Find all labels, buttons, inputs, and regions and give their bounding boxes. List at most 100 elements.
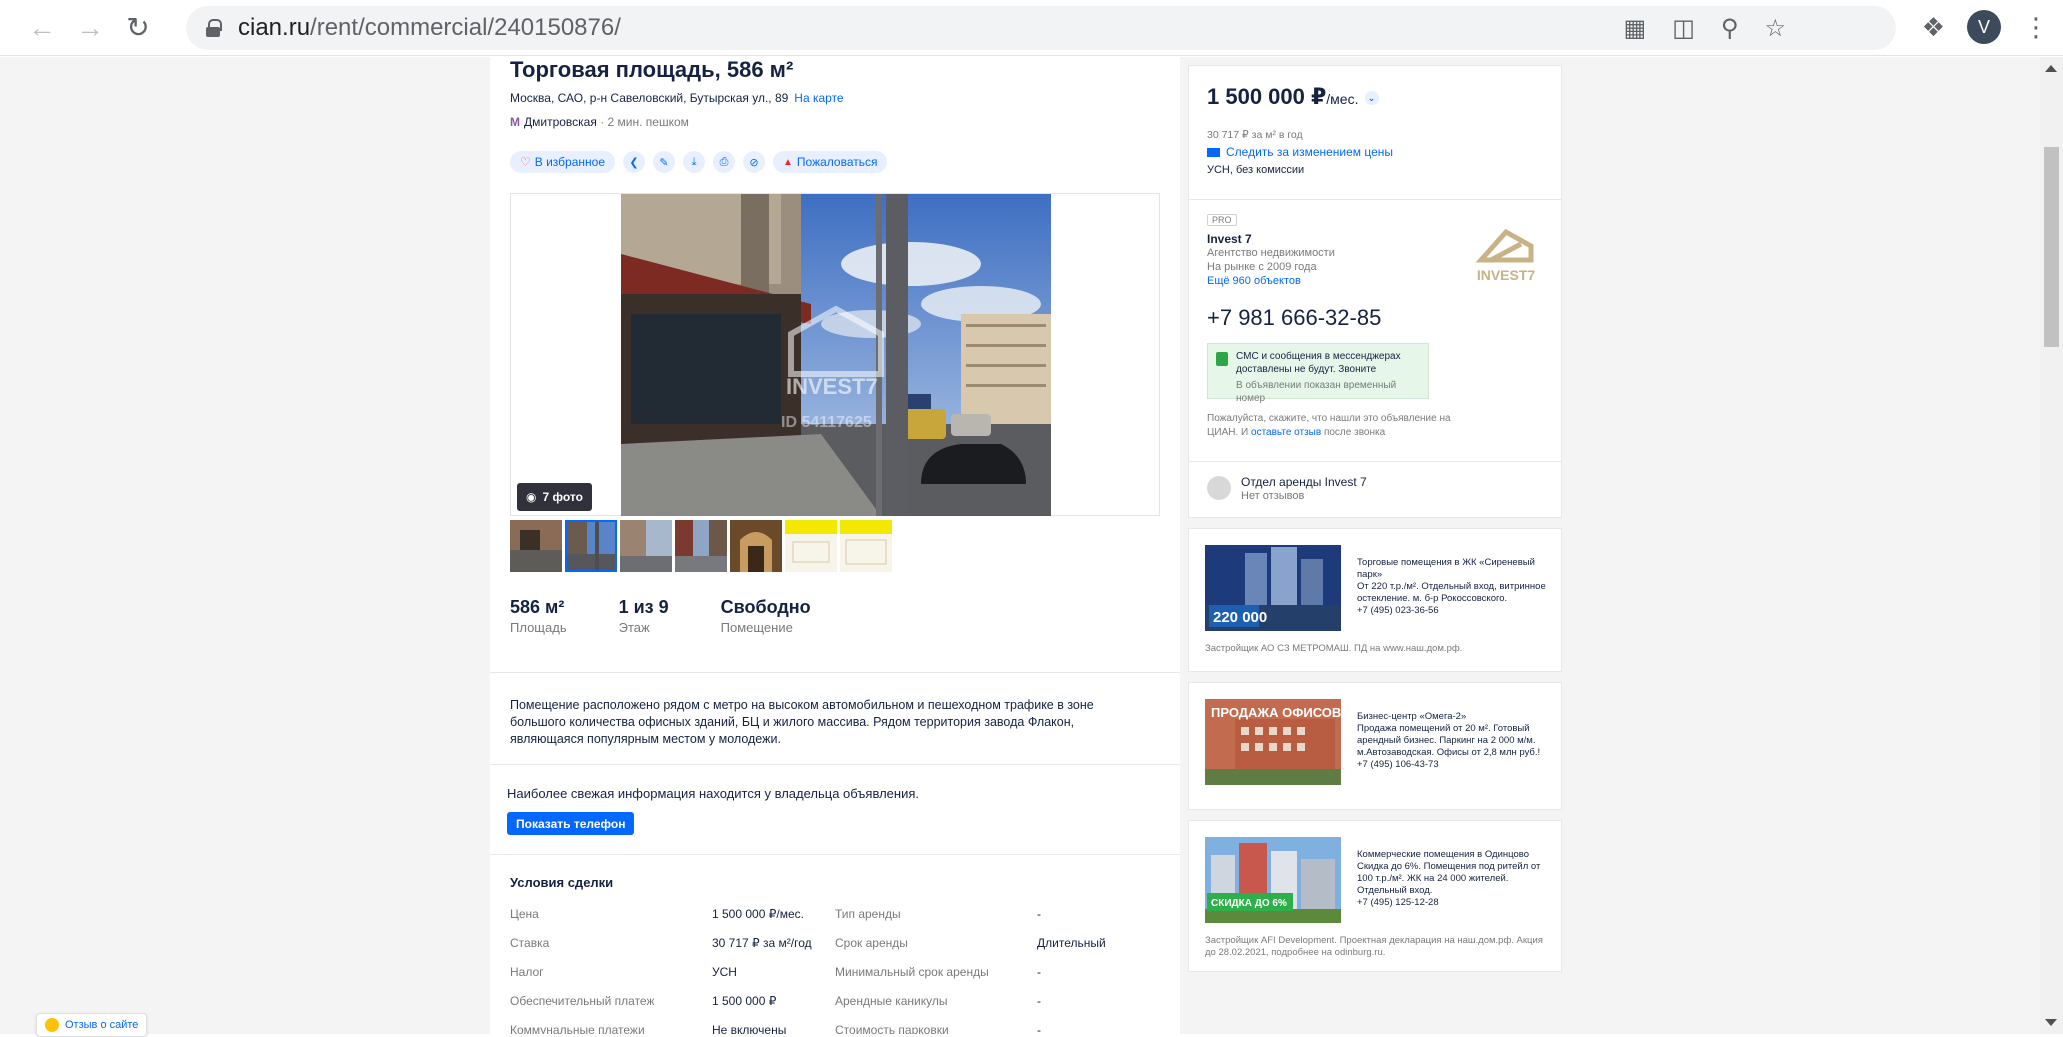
site-feedback-button[interactable]: Отзыв о сайте xyxy=(36,1013,148,1037)
watermark-brand: INVEST7 xyxy=(786,374,878,399)
thumbnail-selected[interactable] xyxy=(565,520,617,572)
fact-floor: 1 из 9 Этаж xyxy=(618,597,669,635)
envelope-icon xyxy=(1207,148,1220,158)
ad-card[interactable]: 220 000 Торговые помещения в ЖК «Сиренев… xyxy=(1188,528,1562,672)
bookmark-star-icon[interactable]: ☆ xyxy=(1764,14,1786,43)
table-row: Обеспечительный платеж 1 500 000 ₽ Арендны… xyxy=(510,994,1041,1008)
price: 1 500 000 ₽/мес. ⌄ xyxy=(1207,84,1379,110)
url-text: cian.ru/rent/commercial/240150876/ xyxy=(238,14,621,41)
metro: M Дмитровская · 2 мин. пешком xyxy=(510,115,689,129)
listing-main: Торговая площадь, 586 м² Москва, САО, р-… xyxy=(490,57,1180,1034)
forward-icon[interactable]: → xyxy=(70,8,110,48)
download-icon: ⤓ xyxy=(691,155,697,168)
watermark-id: ID 54117625 xyxy=(781,414,872,431)
scrollbar[interactable] xyxy=(2040,57,2063,1034)
photo-gallery[interactable]: INVEST7 ID 54117625 ◉ 7 фото xyxy=(510,193,1160,516)
ad-badge: ПРОДАЖА ОФИСОВ xyxy=(1211,705,1341,720)
thumbnail-strip xyxy=(510,520,892,572)
scrollbar-thumb[interactable] xyxy=(2044,147,2059,347)
download-button[interactable]: ⤓ xyxy=(683,151,705,173)
menu-icon[interactable]: ⋮ xyxy=(2023,12,2049,43)
back-icon[interactable]: ← xyxy=(22,8,62,48)
thumbnail[interactable] xyxy=(840,520,892,572)
extensions-icon[interactable]: ❖ xyxy=(1922,12,1945,43)
agent-logo[interactable]: INVEST7 xyxy=(1469,218,1543,288)
favorite-button[interactable]: ♡ В избранное xyxy=(510,151,615,173)
ad-card[interactable]: СКИДКА ДО 6% Коммерческие помещения в Од… xyxy=(1188,820,1562,972)
thumbnail[interactable] xyxy=(620,520,672,572)
note-button[interactable]: ✎ xyxy=(653,151,675,173)
divider xyxy=(490,764,1180,765)
department-reviews: Нет отзывов xyxy=(1241,490,1305,502)
price-card: 1 500 000 ₽/мес. ⌄ 30 717 ₽ за м² в год С… xyxy=(1188,65,1562,200)
deal-terms-table: Цена 1 500 000 ₽/мес. Тип аренды - Ставка 30… xyxy=(510,907,1140,1034)
ad-badge: 220 000 xyxy=(1213,609,1267,626)
ad-card[interactable]: ПРОДАЖА ОФИСОВ Бизнес-центр «Омега-2» Пр… xyxy=(1188,682,1562,810)
print-icon: ⎙ xyxy=(719,155,729,168)
ad-text: Коммерческие помещения в Одинцово Скидка… xyxy=(1357,849,1541,908)
sidebar: 1 500 000 ₽/мес. ⌄ 30 717 ₽ за м² в год С… xyxy=(1188,65,1562,972)
department-card[interactable]: Отдел аренды Invest 7 Нет отзывов xyxy=(1188,462,1562,518)
street-photo: INVEST7 ID 54117625 xyxy=(621,194,1051,516)
profile-avatar[interactable]: V xyxy=(1967,10,2001,44)
description: Помещение расположено рядом с метро на в… xyxy=(510,698,1094,746)
phone-number[interactable]: +7 981 666-32-85 xyxy=(1207,305,1381,331)
zoom-icon[interactable]: ⚲ xyxy=(1721,14,1739,43)
address: Москва, САО, р-н Савеловский, Бутырская … xyxy=(510,91,844,105)
reload-icon[interactable]: ↻ xyxy=(118,8,158,48)
agent-type: Агентство недвижимости xyxy=(1207,247,1335,259)
fact-premises: Свободно Помещение xyxy=(720,597,811,635)
follow-price-link[interactable]: Следить за изменением цены xyxy=(1207,145,1393,159)
thumbnail[interactable] xyxy=(785,520,837,572)
share-button[interactable]: ❮ xyxy=(623,151,645,173)
table-row: Ставка 30 717 ₽ за м²/год Срок аренды Длите… xyxy=(510,936,1106,950)
page-content: Торговая площадь, 586 м² Москва, САО, р-… xyxy=(0,57,2040,1034)
ad-image: ПРОДАЖА ОФИСОВ xyxy=(1205,699,1341,785)
report-button[interactable]: ▲ Пожаловаться xyxy=(773,151,888,173)
avatar xyxy=(1207,476,1231,500)
browser-toolbar: ← → ↻ cian.ru/rent/commercial/240150876/… xyxy=(0,0,2063,56)
phone-icon xyxy=(1216,352,1228,366)
divider xyxy=(490,854,1180,855)
ad-image: 220 000 xyxy=(1205,545,1341,631)
key-facts: 586 м² Площадь 1 из 9 Этаж Свободно Помещен… xyxy=(510,597,811,635)
qr-icon[interactable]: ▦ xyxy=(1624,14,1647,43)
table-row: Коммунальные платежи Не включены Стоимость… xyxy=(510,1023,1041,1034)
thumbnail[interactable] xyxy=(730,520,782,572)
hide-icon: ⊘ xyxy=(749,156,759,169)
heart-icon: ♡ xyxy=(520,155,531,169)
leave-review-link[interactable]: оставьте отзыв xyxy=(1251,427,1321,438)
camera-icon: ◉ xyxy=(526,490,537,504)
address-bar[interactable]: cian.ru/rent/commercial/240150876/ ▦ ◫ ⚲… xyxy=(186,6,1896,50)
map-link[interactable]: На карте xyxy=(794,91,843,105)
metro-station[interactable]: Дмитровская xyxy=(524,115,597,129)
chevron-down-icon[interactable]: ⌄ xyxy=(1364,91,1379,106)
favorite-label: В избранное xyxy=(534,155,605,169)
ad-text: Бизнес-центр «Омега-2» Продажа помещений… xyxy=(1357,711,1541,770)
hide-button[interactable]: ⊘ xyxy=(743,151,765,173)
photo-count-badge[interactable]: ◉ 7 фото xyxy=(517,483,592,511)
fact-area: 586 м² Площадь xyxy=(510,597,567,635)
print-button[interactable]: ⎙ xyxy=(713,151,735,173)
show-phone-button[interactable]: Показать телефон xyxy=(507,812,635,835)
metro-icon: M xyxy=(510,115,520,129)
terms: УСН, без комиссии xyxy=(1207,164,1305,176)
pro-badge: PRO xyxy=(1207,214,1237,226)
thumbnail[interactable] xyxy=(510,520,562,572)
page-title: Торговая площадь, 586 м² xyxy=(510,57,794,82)
agent-name[interactable]: Invest 7 xyxy=(1207,232,1252,246)
table-row: Цена 1 500 000 ₽/мес. Тип аренды - xyxy=(510,907,1041,921)
department-name: Отдел аренды Invest 7 xyxy=(1241,475,1367,489)
main-photo[interactable]: INVEST7 ID 54117625 xyxy=(621,194,1051,516)
translate-icon[interactable]: ◫ xyxy=(1672,14,1695,43)
sms-notice-text: СМС и сообщения в мессенджерах доставлен… xyxy=(1236,351,1401,375)
site-feedback-label: Отзыв о сайте xyxy=(65,1019,139,1031)
ad-text: Торговые помещения в ЖК «Сиреневый парк»… xyxy=(1357,557,1546,616)
sms-notice-sub: В объявлении показан временный номер xyxy=(1236,380,1397,404)
scroll-up-icon[interactable] xyxy=(2045,65,2057,72)
thumbnail[interactable] xyxy=(675,520,727,572)
metro-distance: · 2 мин. пешком xyxy=(600,115,689,129)
address-text: Москва, САО, р-н Савеловский, Бутырская … xyxy=(510,91,789,105)
scroll-down-icon[interactable] xyxy=(2045,1019,2057,1026)
agent-more-link[interactable]: Ещё 960 объектов xyxy=(1207,275,1301,287)
